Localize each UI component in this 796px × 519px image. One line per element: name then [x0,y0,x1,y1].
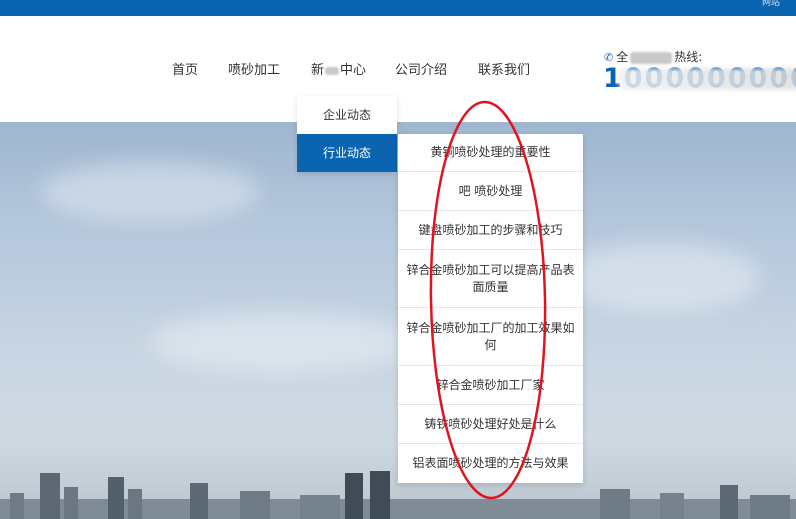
blurred-text-mask [325,66,340,75]
submenu-item-industry-news[interactable]: 行业动态 [297,134,397,172]
hotline-number: 10000000000 [603,64,796,94]
article-link[interactable]: 铸铁喷砂处理好处是什么 [398,405,583,444]
hotline-label: ✆ 全 热线: [604,48,702,65]
industry-news-list: 黄铜喷砂处理的重要性 吧 喷砂处理 键盘喷砂加工的步骤和技巧 锌合金喷砂加工可以… [398,134,583,483]
nav-item-contact[interactable]: 联系我们 [478,62,530,80]
article-link[interactable]: 吧 喷砂处理 [398,172,583,211]
blurred-number-mask [619,68,796,90]
phone-icon: ✆ [604,51,614,64]
blurred-text-mask [630,51,673,64]
article-link[interactable]: 锌合金喷砂加工可以提高产品表面质量 [398,250,583,308]
hotline-suffix: 热线: [674,50,703,64]
article-link[interactable]: 锌合金喷砂加工厂家 [398,366,583,405]
hotline-prefix: 全 [616,50,629,64]
nav-item-sandblasting[interactable]: 喷砂加工 [228,62,280,80]
nav-item-about[interactable]: 公司介绍 [395,62,447,80]
article-link[interactable]: 锌合金喷砂加工厂的加工效果如何 [398,308,583,366]
news-submenu: 企业动态 行业动态 [297,96,397,172]
article-link[interactable]: 铝表面喷砂处理的方法与效果 [398,444,583,483]
submenu-item-company-news[interactable]: 企业动态 [297,96,397,134]
top-bar: 网站 [0,0,796,16]
nav-item-news-prefix: 新 [311,63,325,78]
article-link[interactable]: 黄铜喷砂处理的重要性 [398,134,583,172]
cloud [40,162,260,222]
nav-item-home[interactable]: 首页 [172,62,198,80]
nav-item-news-center[interactable]: 新中心 [311,62,366,80]
top-bar-link[interactable]: 网站 [762,0,792,6]
cloud [560,242,760,312]
nav-item-news-suffix: 中心 [340,63,367,78]
article-link[interactable]: 键盘喷砂加工的步骤和技巧 [398,211,583,250]
cloud [150,312,410,372]
